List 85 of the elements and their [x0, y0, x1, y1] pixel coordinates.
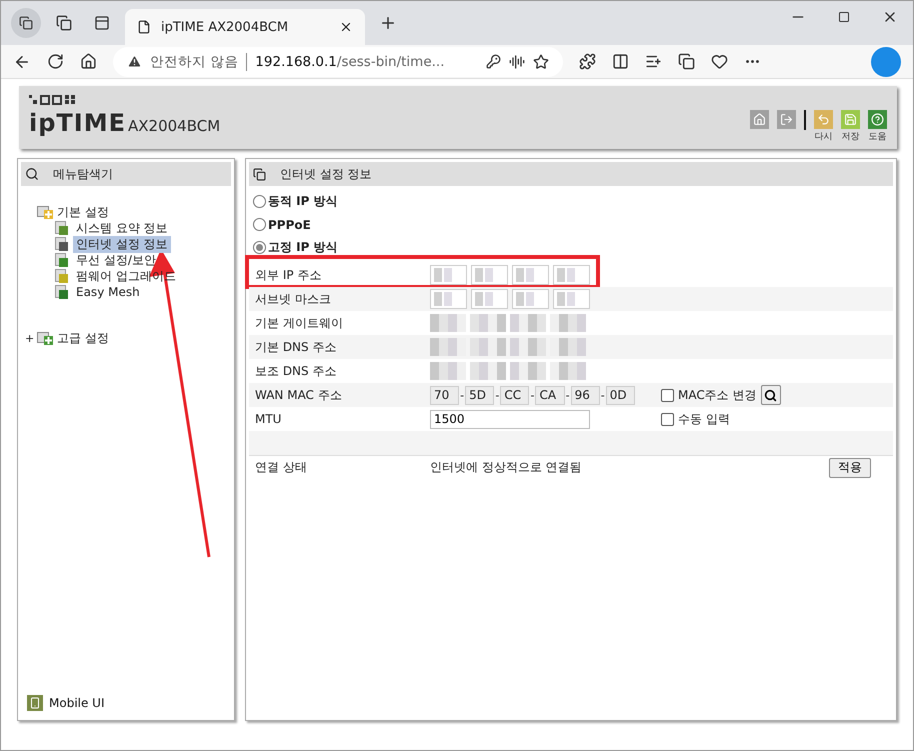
help-icon: [871, 113, 884, 126]
menu-item[interactable]: 인터넷 설정 정보: [73, 236, 171, 252]
field-label: 외부 IP 주소: [255, 266, 322, 284]
separator: -: [600, 388, 605, 402]
monitor-icon: [55, 237, 69, 251]
radio-button[interactable]: [253, 195, 266, 208]
radio-label: 고정 IP 방식: [268, 239, 338, 256]
browser-tab[interactable]: ipTIME AX2004BCM: [125, 9, 365, 45]
field-label: 기본 DNS 주소: [255, 338, 338, 356]
mac-octet-field[interactable]: CC: [500, 386, 530, 404]
address-bar[interactable]: 안전하지 않음 192.168.0.1/sess-bin/time...: [113, 46, 563, 76]
separator: -: [530, 388, 534, 402]
warning-icon: [127, 54, 142, 69]
separator: -: [460, 388, 464, 402]
search-button[interactable]: [760, 385, 781, 405]
mtu-field[interactable]: 1500: [430, 410, 590, 428]
field-label: 보조 DNS 주소: [255, 362, 338, 380]
wifi-icon: [55, 253, 69, 267]
home-button[interactable]: [750, 110, 769, 129]
home-icon[interactable]: [80, 53, 97, 70]
separator: -: [566, 388, 570, 402]
logout-button[interactable]: [777, 110, 796, 129]
mac-octet-field[interactable]: 96: [570, 386, 600, 404]
chart-icon: [55, 221, 69, 235]
upgrade-icon: [55, 269, 69, 283]
menu-item[interactable]: 시스템 요약 정보: [73, 220, 171, 236]
mac-octet-field[interactable]: 0D: [606, 386, 635, 404]
health-icon[interactable]: [711, 53, 728, 70]
mac-octet-field[interactable]: 70: [430, 386, 460, 404]
menu-item[interactable]: Easy Mesh: [73, 285, 143, 299]
tree-folder[interactable]: 기본 설정: [25, 204, 231, 220]
undo-icon: [817, 113, 830, 126]
pixelated-field[interactable]: [471, 265, 508, 285]
model-name: AX2004BCM: [128, 117, 220, 135]
checkbox[interactable]: [661, 412, 674, 426]
apply-button[interactable]: 적용: [829, 458, 871, 478]
home-icon: [753, 113, 766, 126]
page-icon: [137, 20, 151, 34]
field-label: 서브넷 마스크: [255, 290, 332, 308]
brand-logo: ipTIME: [29, 109, 126, 137]
radio-button[interactable]: [253, 241, 266, 254]
search-icon: [764, 388, 778, 402]
radio-label: 동적 IP 방식: [268, 193, 338, 210]
field-label: WAN MAC 주소: [255, 386, 343, 404]
radio-label: PPPoE: [268, 218, 311, 232]
phone-icon: [27, 695, 43, 711]
status-text: 인터넷에 정상적으로 연결됨: [430, 459, 582, 476]
close-icon[interactable]: [339, 20, 353, 34]
pixelated-field[interactable]: [512, 265, 549, 285]
favorite-icon[interactable]: [533, 54, 549, 70]
mesh-icon: [55, 285, 69, 299]
pixelated-field[interactable]: [471, 289, 508, 309]
menu-title: 메뉴탐색기: [53, 166, 113, 182]
checkbox-label: MAC주소 변경: [678, 386, 757, 404]
radio-button[interactable]: [253, 218, 266, 231]
tree-folder[interactable]: + 고급 설정: [25, 330, 231, 346]
separator: -: [495, 388, 500, 402]
key-icon[interactable]: [486, 54, 501, 69]
folder-icon: [37, 205, 55, 219]
collections-icon[interactable]: [678, 53, 695, 70]
reload-icon[interactable]: [47, 53, 64, 70]
extensions-icon[interactable]: [579, 53, 596, 70]
folder-icon: [37, 331, 55, 345]
split-screen-icon[interactable]: [612, 53, 629, 70]
field-label: 기본 게이트웨이: [255, 314, 344, 332]
pixelated-field[interactable]: [553, 265, 590, 285]
mac-octet-field[interactable]: 5D: [465, 386, 494, 404]
mobile-ui-link[interactable]: Mobile UI: [49, 696, 104, 710]
field-label: MTU: [255, 412, 282, 426]
save-icon: [844, 113, 857, 126]
checkbox-label: 수동 입력: [678, 410, 730, 428]
checkbox[interactable]: [661, 388, 674, 402]
logout-icon: [780, 113, 793, 126]
favorites-icon[interactable]: [645, 53, 662, 70]
panel-title: 인터넷 설정 정보: [280, 166, 372, 182]
menu-item[interactable]: 무선 설정/보안: [73, 252, 159, 268]
read-aloud-icon[interactable]: [509, 54, 525, 70]
pixelated-field[interactable]: [512, 289, 549, 309]
mac-octet-field[interactable]: CA: [535, 386, 565, 404]
pixelated-field[interactable]: [430, 289, 467, 309]
search-icon: [25, 167, 39, 181]
window-icon: [253, 168, 266, 180]
pixelated-field[interactable]: [553, 289, 590, 309]
field-label: 연결 상태: [255, 459, 308, 476]
pixelated-field[interactable]: [430, 265, 467, 285]
